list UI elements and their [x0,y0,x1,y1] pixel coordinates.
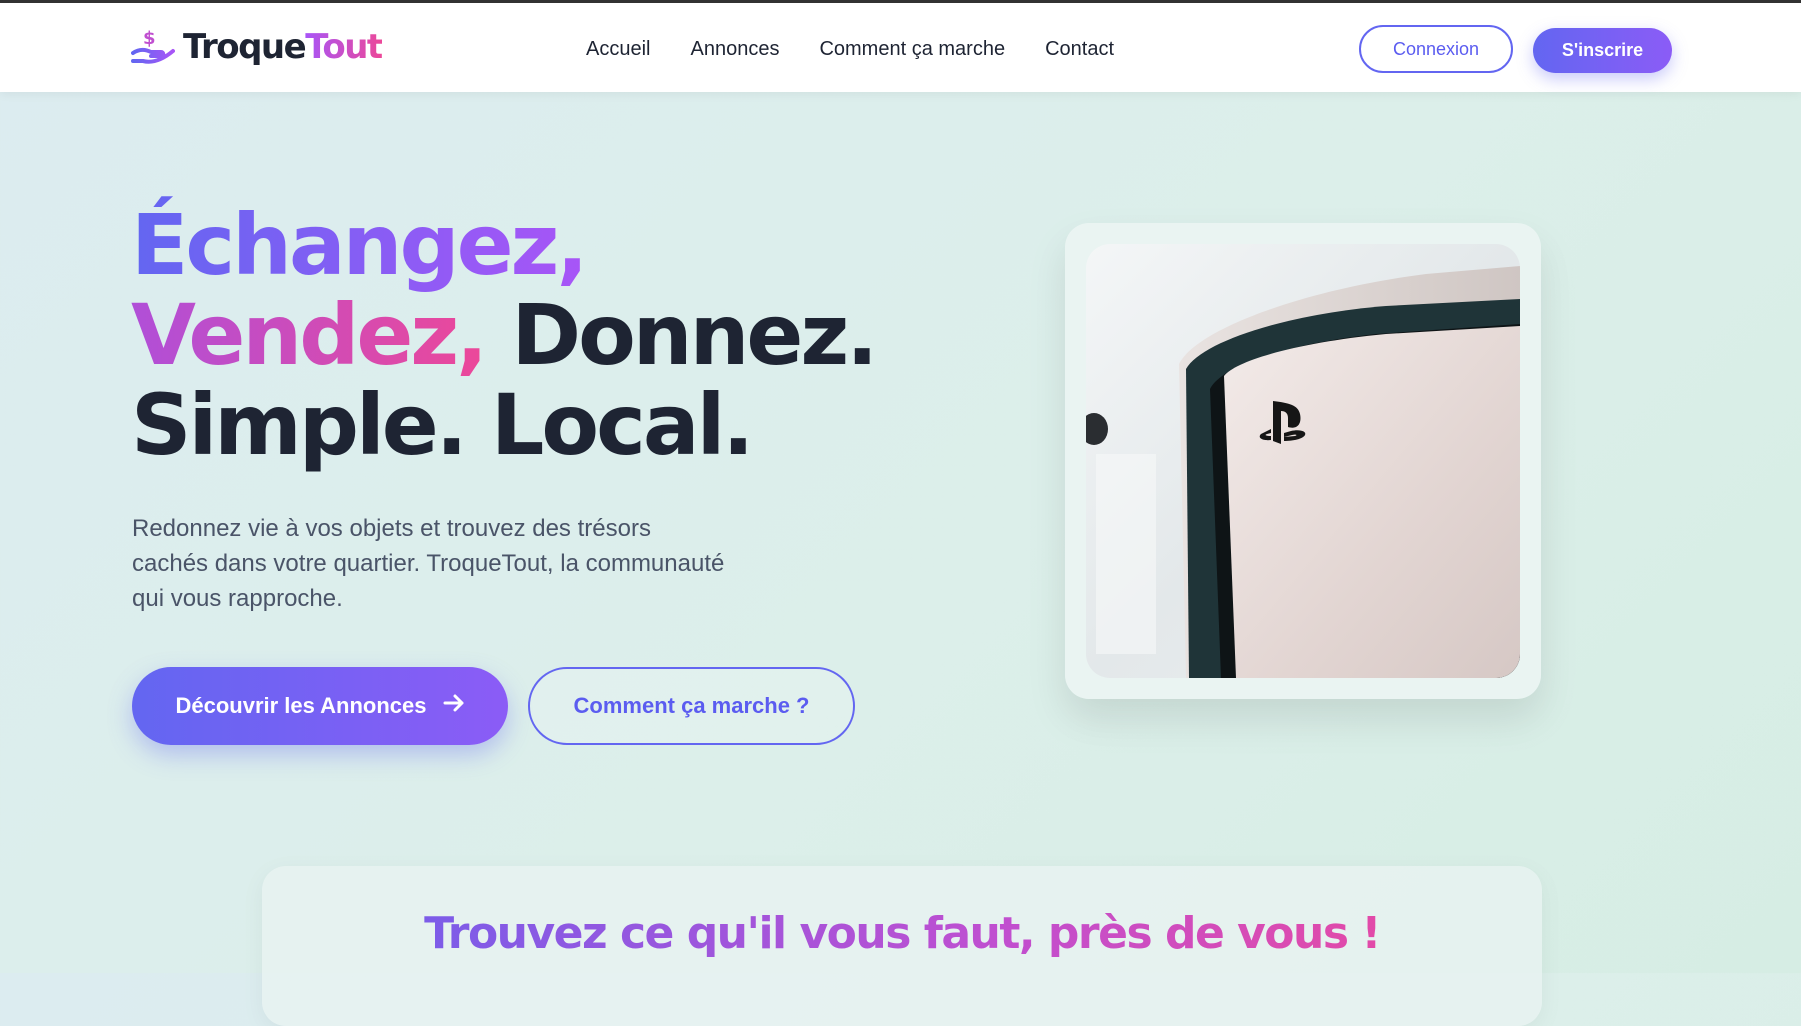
hero-title-line1: Échangez, [131,196,588,294]
discover-listings-button[interactable]: Découvrir les Annonces [132,667,508,745]
nav-link-annonces[interactable]: Annonces [690,38,779,61]
svg-text:$: $ [143,28,156,49]
nav-link-contact[interactable]: Contact [1045,38,1114,61]
hand-coin-icon: $ [131,27,175,67]
hero-image-card [1065,223,1541,699]
brand-logo[interactable]: $ TroqueTout [131,27,383,67]
discover-listings-label: Découvrir les Annonces [175,693,427,718]
search-section: Trouvez ce qu'il vous faut, près de vous… [262,866,1542,1026]
hero-title-line3: Simple. Local. [131,376,754,474]
hero-description: Redonnez vie à vos objets et trouvez des… [132,515,725,612]
login-button[interactable]: Connexion [1359,25,1513,73]
nav-link-accueil[interactable]: Accueil [586,38,650,61]
hero-title-donnez: Donnez. [485,286,878,384]
hero-title-vendez: Vendez, [131,286,488,384]
how-it-works-button[interactable]: Comment ça marche ? [528,667,855,745]
main-nav: Accueil Annonces Comment ça marche Conta… [586,38,1114,61]
nav-link-comment-ca-marche[interactable]: Comment ça marche [819,38,1005,61]
console-image [1086,244,1520,678]
hero-title: Échangez, Vendez, Donnez. Simple. Local. [131,200,878,470]
signup-button[interactable]: S'inscrire [1533,28,1672,73]
search-section-title: Trouvez ce qu'il vous faut, près de vous… [424,908,1381,959]
navbar: $ TroqueTout Accueil Annonces Comment ça… [0,3,1801,92]
brand-name: TroqueTout [183,27,383,67]
arrow-right-icon [443,693,465,719]
